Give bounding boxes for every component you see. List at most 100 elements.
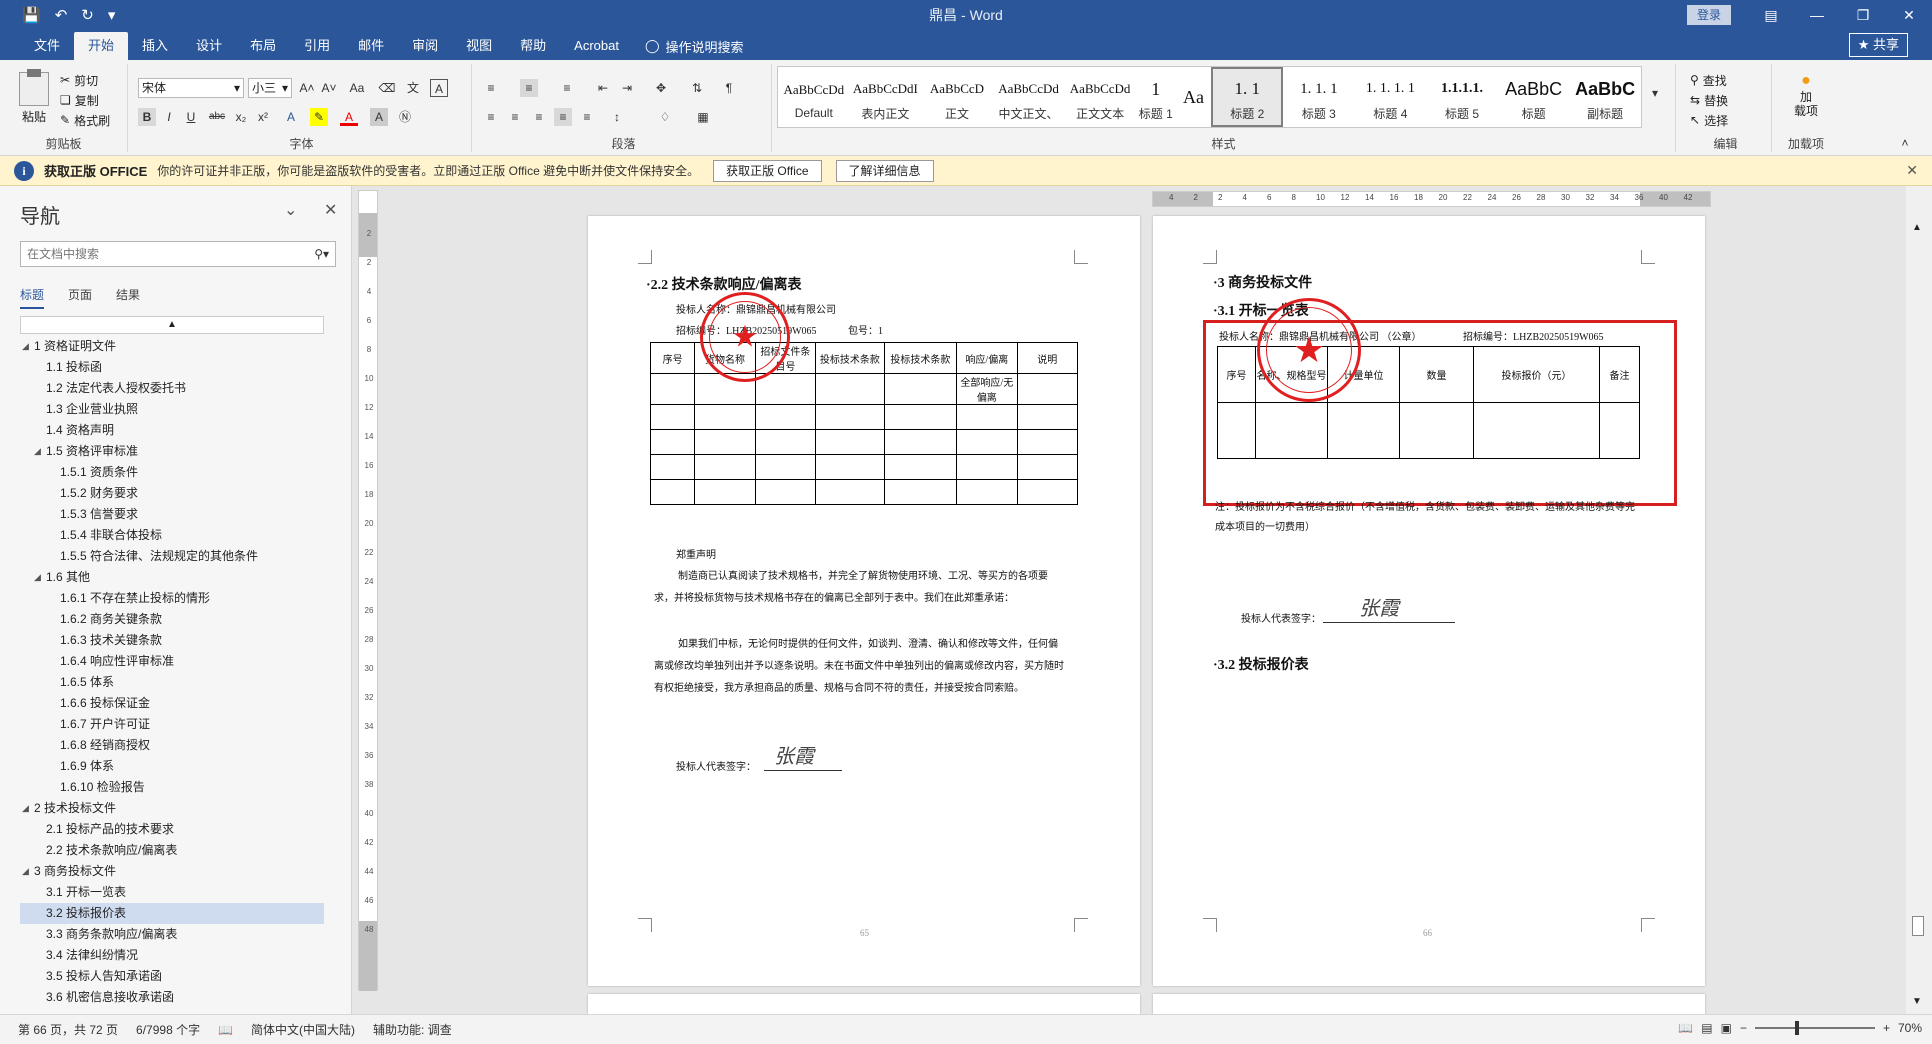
- align-center-icon[interactable]: ≡: [506, 108, 524, 126]
- nav-heading-item[interactable]: ◢ 2 技术投标文件: [20, 798, 340, 819]
- tab-insert[interactable]: 插入: [128, 32, 182, 60]
- clear-format-icon[interactable]: ⌫: [378, 79, 396, 97]
- expand-caret-icon[interactable]: ◢: [34, 567, 41, 588]
- tab-help[interactable]: 帮助: [506, 32, 560, 60]
- style-table-body[interactable]: AaBbCcDdI 表内正文: [850, 67, 922, 127]
- nav-heading-item[interactable]: 1.6.6 投标保证金: [20, 693, 340, 714]
- expand-caret-icon[interactable]: ◢: [22, 861, 29, 882]
- show-marks-icon[interactable]: ¶: [720, 79, 738, 97]
- numbering-icon[interactable]: ≡: [520, 79, 538, 97]
- nav-heading-item[interactable]: 3.4 法律纠纷情况: [20, 945, 340, 966]
- font-size-select[interactable]: 小三 ▾: [248, 78, 292, 98]
- increase-indent-icon[interactable]: ⇥: [618, 79, 636, 97]
- justify-icon[interactable]: ≡: [554, 108, 572, 126]
- style-normal[interactable]: AaBbCcD 正文: [921, 67, 993, 127]
- style-body-text[interactable]: AaBbCcDd 正文文本: [1064, 67, 1136, 127]
- web-layout-icon[interactable]: ▣: [1721, 1021, 1732, 1035]
- tab-file[interactable]: 文件: [20, 32, 74, 60]
- zoom-level[interactable]: 70%: [1898, 1021, 1922, 1035]
- multilevel-list-icon[interactable]: ≡: [558, 79, 576, 97]
- nav-heading-item[interactable]: 2.1 投标产品的技术要求: [20, 819, 340, 840]
- paste-button[interactable]: 粘贴: [14, 69, 54, 125]
- save-icon[interactable]: 💾: [22, 6, 41, 24]
- style-subtitle[interactable]: AaBbC 副标题: [1569, 67, 1641, 127]
- format-painter-button[interactable]: ✎ 格式刷: [60, 110, 110, 130]
- zoom-out-icon[interactable]: −: [1740, 1021, 1747, 1035]
- accessibility-status[interactable]: 辅助功能: 调查: [373, 1021, 452, 1038]
- horizontal-ruler[interactable]: 4 2 2 4 6 8 10 12 14 16 18 20 22 24 26 28 30 32 34 36 40 42: [1152, 191, 1711, 207]
- style-heading-2[interactable]: 1. 1 标题 2: [1211, 67, 1284, 127]
- borders-icon[interactable]: ▦: [694, 108, 712, 126]
- char-shading-icon[interactable]: A: [370, 108, 388, 126]
- nav-heading-item[interactable]: 1.6.8 经销商授权: [20, 735, 340, 756]
- nav-heading-item[interactable]: 1.5.2 财务要求: [20, 483, 340, 504]
- nav-heading-item[interactable]: 1.6.7 开户许可证: [20, 714, 340, 735]
- highlight-icon[interactable]: ✎: [310, 108, 328, 126]
- nav-heading-item[interactable]: 2.2 技术条款响应/偏离表: [20, 840, 340, 861]
- nav-heading-item[interactable]: 1.5.3 信誉要求: [20, 504, 340, 525]
- close-icon[interactable]: ✕: [1886, 0, 1932, 30]
- nav-heading-item[interactable]: 3.6 机密信息接收承诺函: [20, 987, 340, 1008]
- zoom-slider[interactable]: [1754, 1021, 1875, 1035]
- tab-view[interactable]: 视图: [452, 32, 506, 60]
- addins-button[interactable]: ● 加 载项: [1790, 72, 1822, 118]
- cut-button[interactable]: ✂ 剪切: [60, 70, 110, 90]
- nav-scroll-up-button[interactable]: ▲: [20, 316, 324, 334]
- tab-design[interactable]: 设计: [182, 32, 236, 60]
- nav-heading-item[interactable]: 1.6.9 体系: [20, 756, 340, 777]
- nav-search-input[interactable]: 在文档中搜索 ⚲▾: [20, 241, 336, 267]
- chevron-down-icon[interactable]: ⌄: [284, 200, 297, 220]
- redo-icon[interactable]: ↻: [81, 6, 94, 24]
- replace-button[interactable]: ⇆ 替换: [1690, 90, 1728, 110]
- close-icon[interactable]: ✕: [1906, 162, 1918, 179]
- vertical-ruler[interactable]: 2 2 4 6 8 10 12 14 16 18 20 22 24 26 28 30 32 34 36 38 40 42 4…: [358, 190, 378, 991]
- expand-caret-icon[interactable]: ◢: [34, 441, 41, 462]
- strikethrough-icon[interactable]: abc: [208, 108, 226, 126]
- font-name-select[interactable]: 宋体 ▾: [138, 78, 244, 98]
- change-case-icon[interactable]: Aa: [348, 79, 366, 97]
- undo-icon[interactable]: ↶: [55, 6, 68, 24]
- word-count[interactable]: 6/7998 个字: [136, 1021, 200, 1038]
- nav-heading-item[interactable]: 3.3 商务条款响应/偏离表: [20, 924, 340, 945]
- text-effects-icon[interactable]: A: [282, 108, 300, 126]
- nav-heading-item[interactable]: 1.6.5 体系: [20, 672, 340, 693]
- nav-heading-item[interactable]: 1.6.10 检验报告: [20, 777, 340, 798]
- sort-icon[interactable]: ⇅: [688, 79, 706, 97]
- phonetic-guide-icon[interactable]: 文: [404, 79, 422, 97]
- align-right-icon[interactable]: ≡: [530, 108, 548, 126]
- bold-icon[interactable]: B: [138, 108, 156, 126]
- page-count[interactable]: 第 66 页，共 72 页: [18, 1021, 118, 1038]
- nav-heading-item[interactable]: 1.5.5 符合法律、法规规定的其他条件: [20, 546, 340, 567]
- scroll-thumb[interactable]: [1912, 916, 1924, 936]
- nav-heading-item[interactable]: 3.5 投标人告知承诺函: [20, 966, 340, 987]
- nav-heading-item[interactable]: ◢ 1.6 其他: [20, 567, 340, 588]
- learn-more-button[interactable]: 了解详细信息: [835, 159, 934, 182]
- search-icon[interactable]: ⚲▾: [314, 242, 329, 266]
- page-65[interactable]: ·2.2 技术条款响应/偏离表 投标人名称：鼎锦鼎昌机械有限公司 招标编号：LH…: [588, 216, 1140, 986]
- style-heading-3[interactable]: 1. 1. 1 标题 3: [1283, 67, 1355, 127]
- read-mode-icon[interactable]: 📖: [1678, 1021, 1693, 1035]
- scroll-down-icon[interactable]: ▼: [1912, 996, 1922, 1007]
- nav-heading-item[interactable]: 1.6.3 技术关键条款: [20, 630, 340, 651]
- italic-icon[interactable]: I: [160, 108, 178, 126]
- tell-me-search[interactable]: ◯ 操作说明搜索: [633, 32, 744, 60]
- enclose-char-icon[interactable]: Ⓝ: [396, 108, 414, 126]
- style-chinese-body[interactable]: AaBbCcDd 中文正文、: [993, 67, 1065, 127]
- tab-home[interactable]: 开始: [74, 32, 129, 60]
- get-genuine-button[interactable]: 获取正版 Office: [713, 159, 822, 182]
- nav-heading-item[interactable]: 1.5.1 资质条件: [20, 462, 340, 483]
- minimize-icon[interactable]: —: [1794, 0, 1840, 30]
- nav-heading-item[interactable]: 1.6.1 不存在禁止投标的情形: [20, 588, 340, 609]
- nav-heading-item[interactable]: 1.5.4 非联合体投标: [20, 525, 340, 546]
- copy-button[interactable]: ❏ 复制: [60, 90, 110, 110]
- style-heading-1[interactable]: 1 标题 1: [1136, 67, 1176, 127]
- style-aa[interactable]: Aa: [1176, 67, 1212, 127]
- nav-heading-item[interactable]: 1.3 企业营业执照: [20, 399, 340, 420]
- nav-heading-item[interactable]: ◢ 3 商务投标文件: [20, 861, 340, 882]
- print-layout-icon[interactable]: ▤: [1701, 1021, 1712, 1035]
- nav-heading-item[interactable]: 1.1 投标函: [20, 357, 340, 378]
- line-spacing-icon[interactable]: ↕: [608, 108, 626, 126]
- chinese-layout-icon[interactable]: ✥: [652, 79, 670, 97]
- style-heading-4[interactable]: 1. 1. 1. 1 标题 4: [1355, 67, 1427, 127]
- nav-heading-item[interactable]: ◢ 1 资格证明文件: [20, 336, 340, 357]
